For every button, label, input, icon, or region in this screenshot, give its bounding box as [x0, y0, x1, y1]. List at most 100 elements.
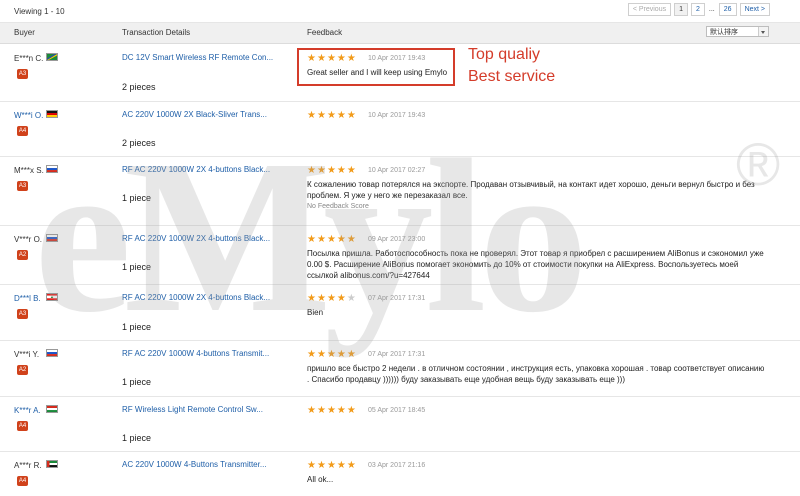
buyer-name: D***l B. [14, 294, 41, 303]
highlight-box [297, 48, 455, 86]
quantity: 1 piece [122, 377, 152, 387]
quantity: 1 piece [122, 262, 152, 272]
feedback-text: пришло все быстро 2 недели . в отличном … [307, 364, 765, 384]
buyer-level-badge: A2 [17, 365, 28, 375]
star-icon: ★ [307, 293, 316, 304]
feedback-date: 07 Apr 2017 17:31 [368, 351, 426, 358]
buyer-level-badge: A4 [17, 476, 28, 486]
next-page-button[interactable]: Next > [739, 3, 770, 16]
table-row: V***i Y. A2 RF AC 220V 1000W 4-buttons T… [0, 340, 800, 397]
buyer-level-badge: A3 [17, 69, 28, 79]
rating-stars: ★ ★ ★ ★ ★ [307, 165, 356, 176]
feedback-date: 03 Apr 2017 21:16 [368, 462, 426, 469]
feedback-date: 10 Apr 2017 19:43 [368, 112, 426, 119]
buyer-level-badge: A3 [17, 181, 28, 191]
buyer-name: A***r R. [14, 461, 42, 470]
rating-stars: ★ ★ ★ ★ ★ [307, 110, 356, 121]
feedback-date: 09 Apr 2017 23:00 [368, 236, 426, 243]
product-link[interactable]: AC 220V 1000W 4-Buttons Transmitter... [122, 460, 267, 469]
star-icon: ★ [326, 460, 336, 471]
star-icon: ★ [316, 405, 326, 416]
star-icon: ★ [326, 293, 336, 304]
annotation-top-quality: Top qualiy [468, 46, 541, 63]
product-link[interactable]: AC 220V 1000W 2X Black-Sliver Trans... [122, 110, 267, 119]
quantity: 2 pieces [122, 138, 156, 148]
product-link[interactable]: RF AC 220V 1000W 2X 4-buttons Black... [122, 165, 270, 174]
star-icon: ★ [326, 110, 336, 121]
star-icon: ★ [307, 110, 316, 121]
flag-icon [46, 165, 58, 173]
star-icon: ★ [346, 460, 356, 471]
feedback-date: 10 Apr 2017 02:27 [368, 167, 426, 174]
prev-page-button[interactable]: < Previous [627, 3, 672, 16]
rating-stars: ★ ★ ★ ★ ★ [307, 234, 356, 245]
star-icon: ★ [336, 460, 346, 471]
star-icon: ★ [316, 293, 326, 304]
viewing-count: Viewing 1 - 10 [14, 7, 65, 16]
star-icon: ★ [336, 293, 346, 304]
star-icon: ★ [307, 405, 316, 416]
page-2-button[interactable]: 2 [691, 3, 705, 16]
star-icon: ★ [346, 234, 356, 245]
star-icon: ★ [336, 165, 346, 176]
buyer-name: V***r O. [14, 235, 43, 244]
star-icon: ★ [326, 349, 336, 360]
top-bar: Viewing 1 - 10 < Previous 1 2 ... 26 Nex… [0, 0, 800, 23]
flag-icon [46, 349, 58, 357]
feedback-text: К сожалению товар потерялся на экспорте.… [307, 180, 755, 200]
quantity: 1 piece [122, 193, 152, 203]
pagination: < Previous 1 2 ... 26 Next > [627, 3, 770, 16]
column-buyer: Buyer [14, 28, 35, 37]
table-row: V***r O. A2 RF AC 220V 1000W 2X 4-button… [0, 225, 800, 285]
quantity: 1 piece [122, 322, 152, 332]
star-icon: ★ [346, 349, 356, 360]
rating-stars: ★ ★ ★ ★ ★ [307, 460, 356, 471]
star-icon: ★ [326, 234, 336, 245]
star-icon: ★ [316, 165, 326, 176]
product-link[interactable]: RF AC 220V 1000W 4-buttons Transmit... [122, 349, 269, 358]
sort-selected-label: 默认排序 [710, 29, 738, 36]
flag-icon [46, 293, 58, 301]
flag-icon [46, 405, 58, 413]
pagination-ellipsis: ... [707, 4, 716, 15]
product-link[interactable]: RF AC 220V 1000W 2X 4-buttons Black... [122, 234, 270, 243]
buyer-level-badge: A3 [17, 309, 28, 319]
column-transaction: Transaction Details [122, 28, 191, 37]
buyer-name: E***n C. [14, 54, 44, 63]
product-link[interactable]: RF AC 220V 1000W 2X 4-buttons Black... [122, 293, 270, 302]
flag-icon [46, 110, 58, 118]
star-icon: ★ [336, 349, 346, 360]
table-row: D***l B. A3 RF AC 220V 1000W 2X 4-button… [0, 284, 800, 341]
feedback-text: All ok... [307, 475, 334, 484]
table-row: W***i O. A4 AC 220V 1000W 2X Black-Slive… [0, 101, 800, 157]
star-icon: ★ [316, 110, 326, 121]
feedback-text: Bien [307, 308, 324, 317]
buyer-name: K***r A. [14, 406, 41, 415]
no-feedback-score: No Feedback Score [307, 203, 369, 210]
rating-stars: ★ ★ ★ ★ ★ [307, 405, 356, 416]
buyer-level-badge: A4 [17, 421, 28, 431]
product-link[interactable]: DC 12V Smart Wireless RF Remote Con... [122, 53, 273, 62]
sort-select[interactable]: 默认排序 [706, 26, 769, 37]
star-icon: ★ [307, 234, 316, 245]
star-empty-icon: ★ [346, 293, 356, 304]
flag-icon [46, 460, 58, 468]
buyer-level-badge: A4 [17, 126, 28, 136]
feedback-text: Посылка пришла. Работоспособность пока н… [307, 249, 764, 280]
star-icon: ★ [346, 405, 356, 416]
buyer-name: M***x S. [14, 166, 44, 175]
feedback-date: 07 Apr 2017 17:31 [368, 295, 426, 302]
star-icon: ★ [316, 349, 326, 360]
table-row: K***r A. A4 RF Wireless Light Remote Con… [0, 396, 800, 452]
page-26-button[interactable]: 26 [718, 3, 737, 16]
chevron-down-icon [758, 27, 768, 36]
star-icon: ★ [336, 110, 346, 121]
star-icon: ★ [336, 234, 346, 245]
table-header: Buyer Transaction Details Feedback [0, 23, 800, 44]
quantity: 2 pieces [122, 82, 156, 92]
rating-stars: ★ ★ ★ ★ ★ [307, 293, 356, 304]
product-link[interactable]: RF Wireless Light Remote Control Sw... [122, 405, 263, 414]
star-icon: ★ [326, 165, 336, 176]
page-1-button[interactable]: 1 [674, 3, 689, 16]
buyer-level-badge: A2 [17, 250, 28, 260]
